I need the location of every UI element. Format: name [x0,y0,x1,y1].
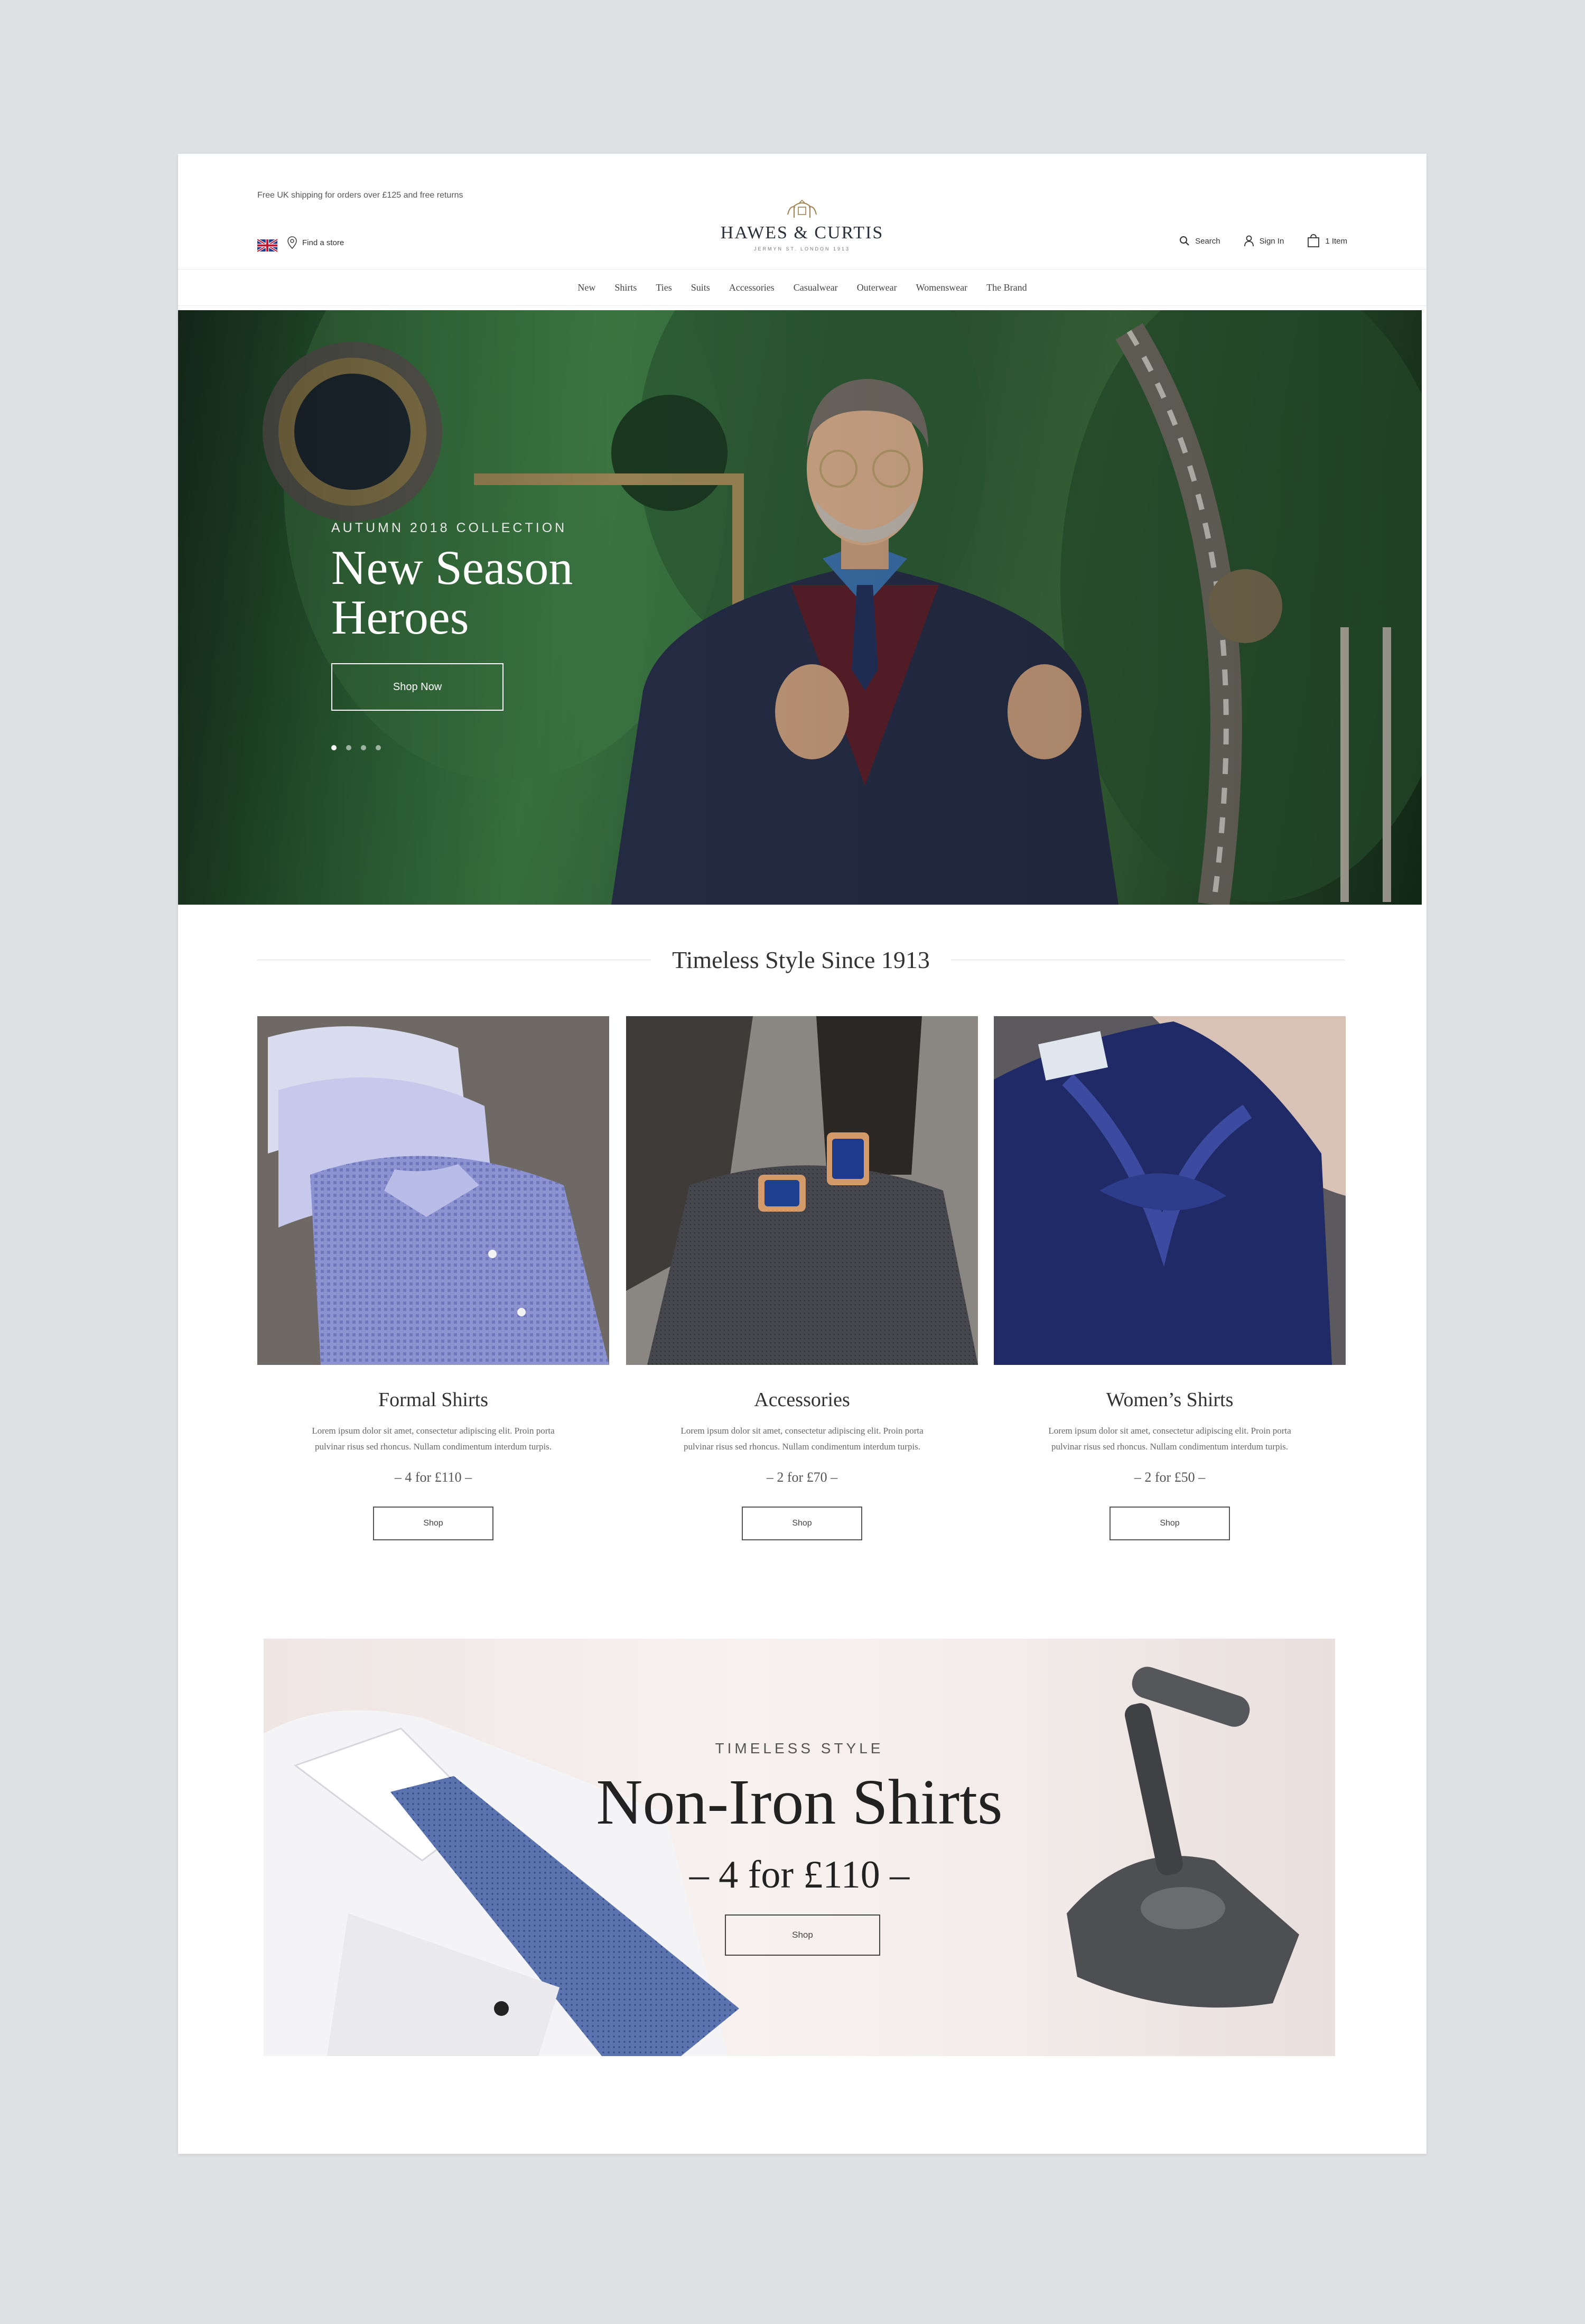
sign-in-label: Sign In [1259,236,1284,246]
carousel-dot-1[interactable] [331,745,337,750]
banner-offer: – 4 for £110 – [689,1853,910,1897]
category-card-accessories: Accessories Lorem ipsum dolor sit amet, … [626,1016,978,1566]
shop-accessories-button[interactable]: Shop [742,1507,862,1540]
header-utilities: Search Sign In 1 Item [1179,234,1347,248]
crest-icon [787,199,817,218]
section-title: Timeless Style Since 1913 [672,946,930,973]
card-offer: – 2 for £70 – [766,1470,838,1485]
bag-label: 1 Item [1325,236,1347,246]
banner-title: Non-Iron Shirts [596,1767,1003,1838]
shop-womens-shirts-button[interactable]: Shop [1110,1507,1230,1540]
find-store-label: Find a store [302,238,344,247]
main-nav: New Shirts Ties Suits Accessories Casual… [178,269,1426,306]
card-title: Accessories [754,1389,850,1411]
card-offer: – 2 for £50 – [1134,1470,1206,1485]
nav-item-ties[interactable]: Ties [656,282,672,293]
shirts-photo [257,1016,609,1365]
hero-title: New Season Heroes [331,543,701,642]
non-iron-banner[interactable]: TIMELESS STYLE Non-Iron Shirts – 4 for £… [264,1639,1335,2056]
carousel-dot-2[interactable] [346,745,351,750]
hero-title-line-2: Heroes [331,590,469,644]
nav-item-suits[interactable]: Suits [691,282,710,293]
sign-in-button[interactable]: Sign In [1244,235,1284,247]
banner-eyebrow: TIMELESS STYLE [715,1740,884,1756]
nav-item-shirts[interactable]: Shirts [614,282,637,293]
page-frame: Free UK shipping for orders over £125 an… [178,154,1426,2154]
find-store-link[interactable]: Find a store [287,236,344,249]
location-pin-icon [287,236,297,249]
nav-item-casualwear[interactable]: Casualwear [794,282,838,293]
search-label: Search [1195,236,1220,246]
card-title: Formal Shirts [378,1389,488,1411]
logo-tagline: JERMYN ST. LONDON 1913 [753,246,851,252]
cufflinks-photo [626,1016,978,1365]
blouse-photo [994,1016,1346,1365]
category-card-womens-shirts: Women’s Shirts Lorem ipsum dolor sit ame… [994,1016,1346,1566]
card-title: Women’s Shirts [1106,1389,1234,1411]
section-heading: Timeless Style Since 1913 [257,941,1345,978]
card-offer: – 4 for £110 – [394,1470,472,1485]
search-button[interactable]: Search [1179,236,1220,246]
nav-item-new[interactable]: New [577,282,595,293]
carousel-dot-4[interactable] [376,745,381,750]
logo-wordmark: HAWES & CURTIS [720,223,884,243]
uk-flag-icon[interactable] [257,239,277,252]
banner-image [264,1667,1299,2056]
card-description: Lorem ipsum dolor sit amet, consectetur … [680,1426,924,1452]
carousel-dot-3[interactable] [361,745,366,750]
shop-non-iron-button[interactable]: Shop [725,1914,880,1956]
brand-logo[interactable]: HAWES & CURTIS JERMYN ST. LONDON 1913 [706,199,898,257]
hero-eyebrow: AUTUMN 2018 COLLECTION [331,520,567,535]
shop-formal-shirts-button[interactable]: Shop [373,1507,493,1540]
womens-shirts-image[interactable] [994,1016,1346,1365]
nav-item-outerwear[interactable]: Outerwear [857,282,897,293]
formal-shirts-image[interactable] [257,1016,609,1365]
carousel-dots [331,745,381,750]
bag-button[interactable]: 1 Item [1307,234,1347,248]
user-icon [1244,235,1254,247]
category-card-formal-shirts: Formal Shirts Lorem ipsum dolor sit amet… [257,1016,609,1566]
nav-item-the-brand[interactable]: The Brand [986,282,1027,293]
shop-now-button[interactable]: Shop Now [331,663,504,711]
card-description: Lorem ipsum dolor sit amet, consectetur … [1048,1426,1291,1452]
card-description: Lorem ipsum dolor sit amet, consectetur … [312,1426,555,1452]
shopping-bag-icon [1308,234,1320,247]
promo-text: Free UK shipping for orders over £125 an… [257,191,463,200]
nav-item-womenswear[interactable]: Womenswear [916,282,968,293]
hero-banner[interactable]: AUTUMN 2018 COLLECTION New Season Heroes… [178,310,1422,905]
accessories-image[interactable] [626,1016,978,1365]
nav-item-accessories[interactable]: Accessories [729,282,775,293]
search-icon [1180,236,1189,246]
hero-title-line-1: New Season [331,541,573,594]
